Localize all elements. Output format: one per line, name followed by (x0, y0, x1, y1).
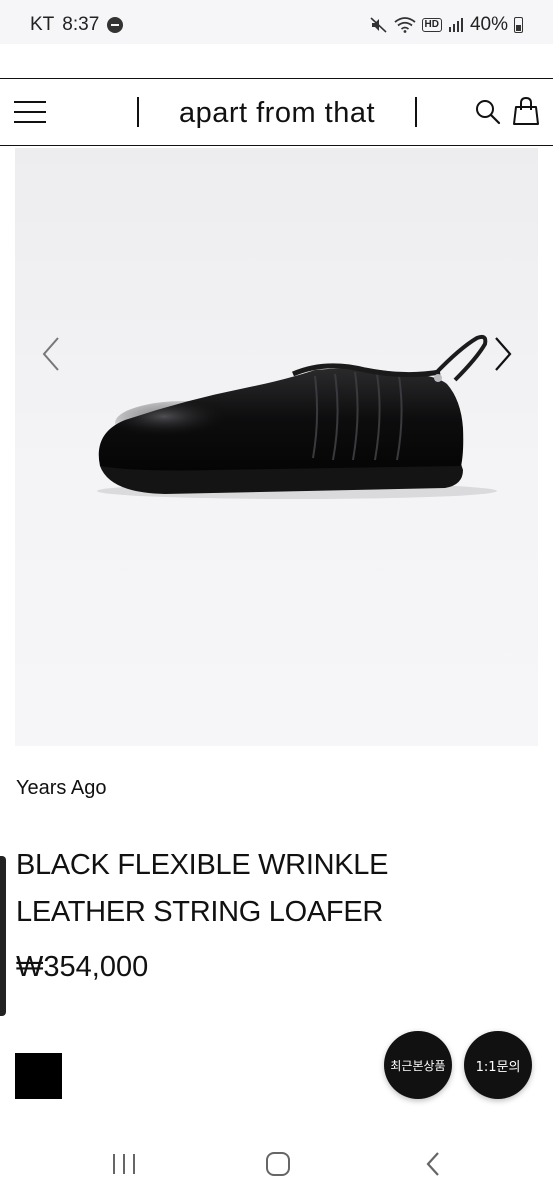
logo-divider-left (137, 97, 139, 127)
hd-voice-icon: HD (421, 18, 442, 32)
recently-viewed-button[interactable]: 최근본상품 (384, 1031, 452, 1099)
shopping-bag-icon[interactable] (512, 96, 540, 126)
search-icon[interactable] (474, 98, 502, 126)
site-header: apart from that (0, 78, 553, 146)
signal-icon (448, 17, 464, 33)
status-left: KT 8:37 (30, 14, 124, 36)
chevron-right-icon[interactable] (488, 334, 518, 374)
logo-text: apart from that (178, 96, 376, 129)
color-swatch-black[interactable] (15, 1053, 62, 1099)
clock: 8:37 (62, 14, 100, 35)
battery-icon (514, 17, 523, 33)
product-image[interactable] (15, 148, 538, 746)
product-title: BLACK FLEXIBLE WRINKLE LEATHER STRING LO… (16, 849, 389, 928)
chevron-left-icon[interactable] (36, 334, 66, 374)
notification-dot-icon (107, 17, 124, 33)
battery-percent: 40% (469, 14, 508, 35)
edge-panel-handle[interactable] (0, 856, 6, 1016)
brand-name[interactable]: Years Ago (16, 777, 106, 800)
wifi-icon (393, 17, 416, 33)
system-nav-bar (0, 1126, 553, 1200)
home-icon[interactable] (258, 1148, 298, 1180)
carrier-label: KT (30, 14, 55, 35)
recents-icon[interactable] (104, 1148, 144, 1180)
site-logo[interactable]: apart from that (137, 97, 417, 129)
mute-icon (369, 17, 388, 33)
status-bar: KT 8:37 HD 40% (0, 0, 553, 44)
black-leather-loafer-image (97, 334, 497, 499)
inquiry-button[interactable]: 1:1문의 (464, 1031, 532, 1099)
status-right: HD 40% (369, 14, 523, 36)
logo-divider-right (415, 97, 417, 127)
menu-icon[interactable] (14, 101, 48, 123)
product-price: ₩354,000 (16, 951, 149, 983)
back-icon[interactable] (414, 1148, 454, 1180)
